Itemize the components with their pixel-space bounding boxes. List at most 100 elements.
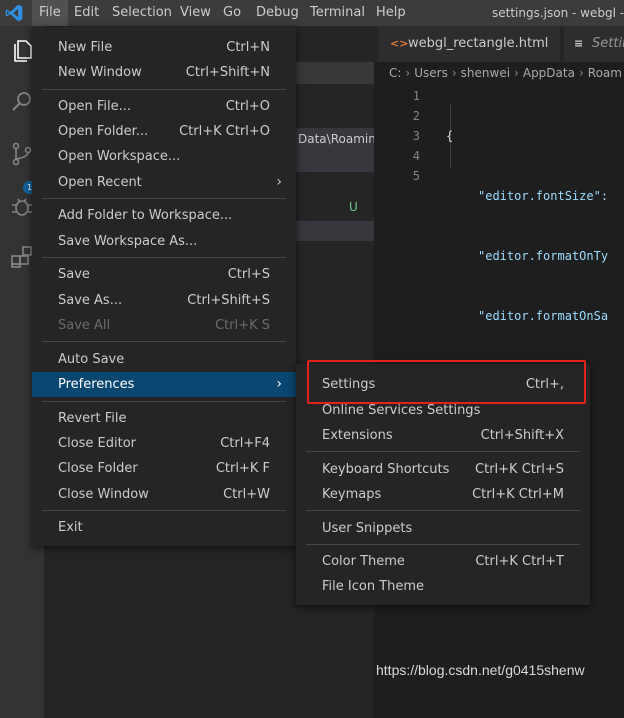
title-bar: File Edit Selection View Go Debug Termin…: [0, 0, 624, 26]
menu-separator: [306, 510, 580, 511]
menu-item-shortcut: Ctrl+Shift+N: [185, 65, 270, 80]
menu-item-close-folder[interactable]: Close Folder Ctrl+K F: [32, 456, 296, 481]
tab-label: webgl_rectangle.html: [408, 36, 549, 51]
menu-item-save-all: Save All Ctrl+K S: [32, 313, 296, 338]
breadcrumb-item[interactable]: shenwei: [461, 66, 510, 80]
menu-item-label: Save As...: [58, 293, 123, 308]
menu-item-shortcut: Ctrl+Shift+S: [187, 293, 270, 308]
menu-item-shortcut: Ctrl+Shift+X: [480, 428, 564, 443]
menu-item-shortcut: Ctrl+F4: [220, 436, 270, 451]
menu-item-label: Save: [58, 267, 90, 282]
menu-item-open-file[interactable]: Open File... Ctrl+O: [32, 94, 296, 119]
settings-file-icon: ≡: [574, 37, 584, 50]
menu-item-label: Close Folder: [58, 461, 138, 476]
menu-item-label: Open Workspace...: [58, 149, 181, 164]
menu-item-file-icon-theme[interactable]: File Icon Theme: [296, 574, 590, 599]
menu-item-shortcut: Ctrl+K Ctrl+T: [475, 554, 564, 569]
menu-item-keymaps[interactable]: Keymaps Ctrl+K Ctrl+M: [296, 482, 590, 507]
menu-item-close-editor[interactable]: Close Editor Ctrl+F4: [32, 431, 296, 456]
menu-separator: [42, 510, 286, 511]
breadcrumb-separator-icon: ›: [514, 66, 519, 80]
menu-item-color-theme[interactable]: Color Theme Ctrl+K Ctrl+T: [296, 549, 590, 574]
menu-separator: [42, 89, 286, 90]
line-number: 5: [412, 169, 420, 183]
menu-item-shortcut: Ctrl+K S: [215, 318, 270, 333]
menu-item-label: Add Folder to Workspace...: [58, 208, 233, 223]
menu-item-label: Preferences: [58, 377, 135, 392]
menu-separator: [42, 401, 286, 402]
line-number: 3: [412, 129, 420, 143]
line-number: 2: [412, 109, 420, 123]
menu-item-shortcut: Ctrl+O: [225, 99, 270, 114]
menu-item-keyboard-shortcuts[interactable]: Keyboard Shortcuts Ctrl+K Ctrl+S: [296, 457, 590, 482]
menu-help[interactable]: Help: [369, 0, 413, 26]
menu-item-save-as[interactable]: Save As... Ctrl+Shift+S: [32, 288, 296, 313]
open-editor-path[interactable]: Data\Roamin...: [292, 128, 374, 172]
tab-webgl-rectangle[interactable]: <>webgl_rectangle.html: [378, 26, 560, 62]
menu-go[interactable]: Go: [216, 0, 248, 26]
editor-tabs: <>webgl_rectangle.html ≡ Setting: [374, 26, 624, 62]
file-menu: New File Ctrl+N New Window Ctrl+Shift+N Op…: [32, 27, 296, 546]
menu-item-label: Auto Save: [58, 352, 125, 367]
menu-item-label: Keymaps: [322, 487, 382, 502]
menu-item-save-workspace-as[interactable]: Save Workspace As...: [32, 229, 296, 254]
menu-debug[interactable]: Debug: [249, 0, 306, 26]
breadcrumb: C: › Users › shenwei › AppData › Roam: [389, 66, 622, 82]
breadcrumb-item[interactable]: C:: [389, 66, 401, 80]
menu-item-open-folder[interactable]: Open Folder... Ctrl+K Ctrl+O: [32, 119, 296, 144]
menu-item-auto-save[interactable]: Auto Save: [32, 347, 296, 372]
menu-item-new-window[interactable]: New Window Ctrl+Shift+N: [32, 60, 296, 85]
menu-separator: [306, 544, 580, 545]
breadcrumb-item[interactable]: Users: [414, 66, 448, 80]
watermark: https://blog.csdn.net/g0415shenw: [376, 662, 585, 678]
menu-item-label: Close Window: [58, 487, 149, 502]
menu-item-save[interactable]: Save Ctrl+S: [32, 262, 296, 287]
menu-item-label: Close Editor: [58, 436, 137, 451]
menu-item-shortcut: Ctrl+K Ctrl+M: [472, 487, 564, 502]
menu-item-exit[interactable]: Exit: [32, 515, 296, 540]
code-line: {: [446, 129, 454, 143]
menu-view[interactable]: View: [173, 0, 218, 26]
line-numbers: 1 2 3 4 5: [394, 86, 420, 186]
untracked-status: U: [349, 200, 358, 214]
menu-item-shortcut: Ctrl+K Ctrl+O: [179, 124, 270, 139]
window-title: settings.json - webgl - Vis: [492, 6, 624, 20]
menu-item-label: Save Workspace As...: [58, 234, 198, 249]
menu-item-shortcut: Ctrl+S: [227, 267, 270, 282]
menu-item-label: Color Theme: [322, 554, 405, 569]
menu-item-open-workspace[interactable]: Open Workspace...: [32, 144, 296, 169]
menu-item-label: Revert File: [58, 411, 127, 426]
menu-item-preferences[interactable]: Preferences ›: [32, 372, 296, 397]
vscode-logo-icon: [5, 4, 23, 22]
menu-file[interactable]: File: [32, 0, 68, 26]
menu-item-extensions[interactable]: Extensions Ctrl+Shift+X: [296, 423, 590, 448]
menu-item-shortcut: Ctrl+N: [226, 40, 270, 55]
menu-item-label: Save All: [58, 318, 111, 333]
menu-item-label: Open Folder...: [58, 124, 149, 139]
tab-settings[interactable]: ≡ Setting: [564, 26, 624, 62]
breadcrumb-separator-icon: ›: [578, 66, 584, 80]
menu-item-close-window[interactable]: Close Window Ctrl+W: [32, 482, 296, 507]
chevron-right-icon: ›: [276, 376, 282, 392]
breadcrumb-separator-icon: ›: [405, 66, 411, 80]
menu-selection[interactable]: Selection: [105, 0, 179, 26]
menu-item-label: Open File...: [58, 99, 132, 114]
code-line: "editor.fontSize":: [478, 189, 609, 203]
menu-item-new-file[interactable]: New File Ctrl+N: [32, 35, 296, 60]
tab-label: Setting: [592, 36, 624, 51]
line-number: 1: [412, 89, 420, 103]
menu-item-label: Open Recent: [58, 175, 142, 190]
chevron-right-icon: ›: [276, 174, 282, 190]
menu-item-shortcut: Ctrl+K F: [215, 461, 270, 476]
selected-file-row[interactable]: [294, 221, 374, 241]
menu-terminal[interactable]: Terminal: [303, 0, 372, 26]
breadcrumb-item[interactable]: Roam: [588, 66, 622, 80]
menu-item-open-recent[interactable]: Open Recent ›: [32, 170, 296, 195]
menu-item-label: New Window: [58, 65, 142, 80]
menu-item-label: Exit: [58, 520, 83, 535]
menu-item-revert-file[interactable]: Revert File: [32, 406, 296, 431]
menu-edit[interactable]: Edit: [67, 0, 106, 26]
menu-item-add-folder-to-workspace[interactable]: Add Folder to Workspace...: [32, 203, 296, 228]
breadcrumb-item[interactable]: AppData: [523, 66, 575, 80]
menu-item-user-snippets[interactable]: User Snippets: [296, 516, 590, 541]
